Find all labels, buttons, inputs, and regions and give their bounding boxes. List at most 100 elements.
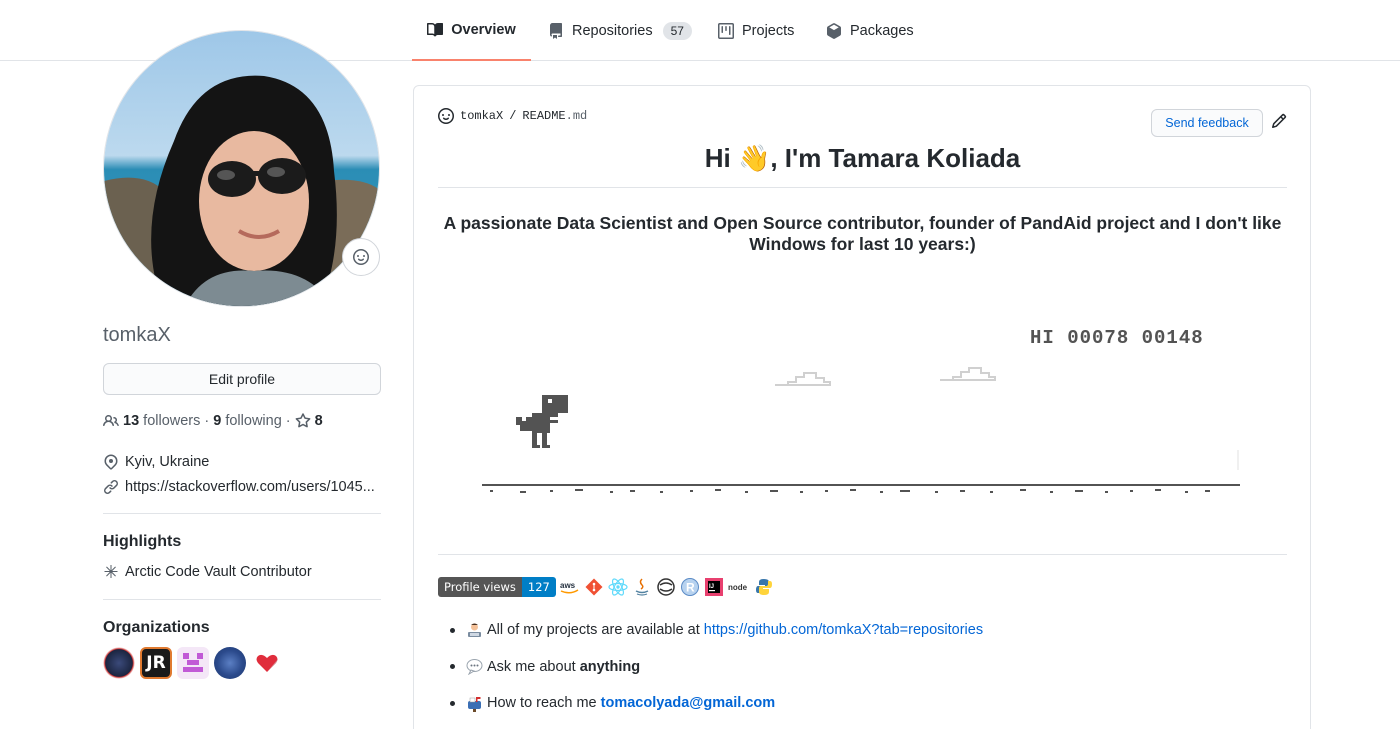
- profile-views-label: Profile views: [438, 577, 522, 597]
- list-item-text: How to reach me: [487, 695, 601, 711]
- repo-icon: [550, 22, 562, 39]
- list-item-bold: anything: [579, 658, 641, 675]
- tab-overview-label: Overview: [451, 21, 516, 38]
- path-separator: /: [509, 109, 517, 123]
- readme-file-ext: .md: [565, 109, 588, 123]
- nodejs-icon: node: [728, 577, 750, 597]
- repositories-count-badge: 57: [662, 21, 692, 40]
- list-item: Ask me about anything: [438, 656, 983, 678]
- mailbox-emoji-icon: [466, 695, 483, 712]
- python-icon: [754, 577, 774, 597]
- tab-overview[interactable]: Overview: [412, 0, 531, 61]
- subtitle-line: Windows for last 10 years:): [749, 234, 976, 254]
- org-avatar[interactable]: [177, 647, 209, 679]
- heart-icon: [256, 654, 278, 672]
- org-avatar[interactable]: [214, 647, 246, 679]
- highlights-heading: Highlights: [103, 533, 182, 550]
- people-icon: [103, 414, 119, 427]
- snowflake-icon: [104, 565, 118, 578]
- tab-projects[interactable]: Projects: [718, 0, 794, 61]
- cloud-icon: [775, 367, 996, 386]
- bullet-dot: [450, 700, 455, 706]
- bullet-dot: [450, 627, 455, 633]
- list-item: All of my projects are available at http…: [438, 619, 983, 641]
- organizations-list: JR: [103, 647, 283, 679]
- identicon: [183, 653, 203, 672]
- sidebar-divider: [103, 513, 381, 514]
- followers-count: 13: [123, 413, 140, 429]
- avatar-photo: [104, 31, 379, 306]
- subtitle-line: A passionate Data Scientist and Open Sou…: [443, 213, 1282, 233]
- email-link[interactable]: tomacolyada@gmail.com: [601, 695, 776, 711]
- react-icon: [608, 577, 628, 597]
- website-link[interactable]: https://stackoverflow.com/users/1045...: [125, 479, 375, 495]
- tab-repositories[interactable]: Repositories 57: [548, 0, 692, 61]
- location-row: Kyiv, Ukraine: [103, 454, 209, 470]
- readme-owner-link[interactable]: tomkaX: [460, 109, 503, 123]
- profile-views-badge: Profile views 127: [438, 577, 556, 597]
- badges-row: Profile views 127 aws R IJ node: [438, 577, 774, 597]
- edit-profile-button[interactable]: Edit profile: [103, 363, 381, 395]
- org-avatar[interactable]: [251, 647, 283, 679]
- set-status-button[interactable]: [342, 238, 380, 276]
- tab-packages-label: Packages: [850, 22, 914, 39]
- send-feedback-button[interactable]: Send feedback: [1151, 109, 1263, 137]
- book-icon: [427, 22, 444, 36]
- title-rule: [438, 187, 1287, 188]
- avatar[interactable]: [103, 30, 380, 307]
- svg-text:aws: aws: [560, 581, 576, 590]
- org-avatar[interactable]: [103, 647, 135, 679]
- following-label: following: [225, 413, 282, 429]
- smiley-icon: [438, 108, 454, 124]
- organizations-heading: Organizations: [103, 619, 210, 636]
- tab-packages[interactable]: Packages: [826, 0, 914, 61]
- profile-views-count: 127: [521, 577, 556, 597]
- list-item: How to reach me tomacolyada@gmail.com: [438, 692, 983, 714]
- followers-link[interactable]: 13 followers: [123, 413, 200, 429]
- svg-text:R: R: [686, 581, 695, 595]
- tab-repositories-label: Repositories: [572, 22, 653, 39]
- list-item-text: All of my projects are available at: [487, 622, 704, 638]
- org-avatar[interactable]: JR: [140, 647, 172, 679]
- highlight-item: Arctic Code Vault Contributor: [103, 564, 312, 580]
- package-icon: [827, 22, 841, 39]
- svg-text:node: node: [728, 583, 748, 592]
- readme-subtitle: A passionate Data Scientist and Open Sou…: [438, 213, 1287, 255]
- followers-label: followers: [143, 413, 201, 429]
- dino-icon: [516, 395, 568, 448]
- project-icon: [718, 22, 734, 39]
- readme-file-link[interactable]: README.md: [522, 109, 587, 123]
- git-icon: [584, 577, 604, 597]
- bullet-dot: [450, 664, 455, 669]
- readme-file-name: README: [522, 109, 566, 123]
- intellij-icon: IJ: [704, 577, 724, 597]
- speech-bubble-emoji-icon: [466, 658, 483, 675]
- star-icon: [295, 413, 311, 428]
- r-icon: R: [680, 577, 700, 597]
- section-rule: [438, 554, 1287, 555]
- aws-icon: aws: [560, 577, 580, 597]
- stars-link[interactable]: 8: [295, 413, 323, 429]
- svg-text:IJ: IJ: [709, 584, 714, 590]
- list-item-text: Ask me about: [487, 658, 580, 675]
- pencil-icon[interactable]: [1271, 113, 1287, 129]
- highlight-label[interactable]: Arctic Code Vault Contributor: [125, 564, 312, 580]
- stars-count: 8: [314, 413, 323, 429]
- smiley-icon: [353, 249, 369, 265]
- readme-breadcrumb: tomkaX / README.md: [438, 108, 587, 124]
- technologist-emoji-icon: [466, 622, 483, 639]
- dino-game-image: [482, 367, 1240, 493]
- java-icon: [632, 577, 652, 597]
- repositories-link[interactable]: https://github.com/tomkaX?tab=repositori…: [704, 622, 983, 638]
- readme-list: All of my projects are available at http…: [438, 619, 983, 729]
- ground-texture: [490, 489, 1210, 493]
- social-counts: 13 followers · 9 following · 8: [103, 413, 323, 429]
- location-icon: [104, 454, 118, 470]
- location-text: Kyiv, Ukraine: [125, 454, 210, 470]
- following-link[interactable]: 9 following: [213, 413, 282, 429]
- website-row: https://stackoverflow.com/users/1045...: [103, 479, 375, 495]
- dot-separator: ·: [204, 413, 210, 429]
- link-icon: [104, 480, 118, 494]
- tab-projects-label: Projects: [742, 22, 795, 39]
- dot-separator: ·: [285, 413, 291, 429]
